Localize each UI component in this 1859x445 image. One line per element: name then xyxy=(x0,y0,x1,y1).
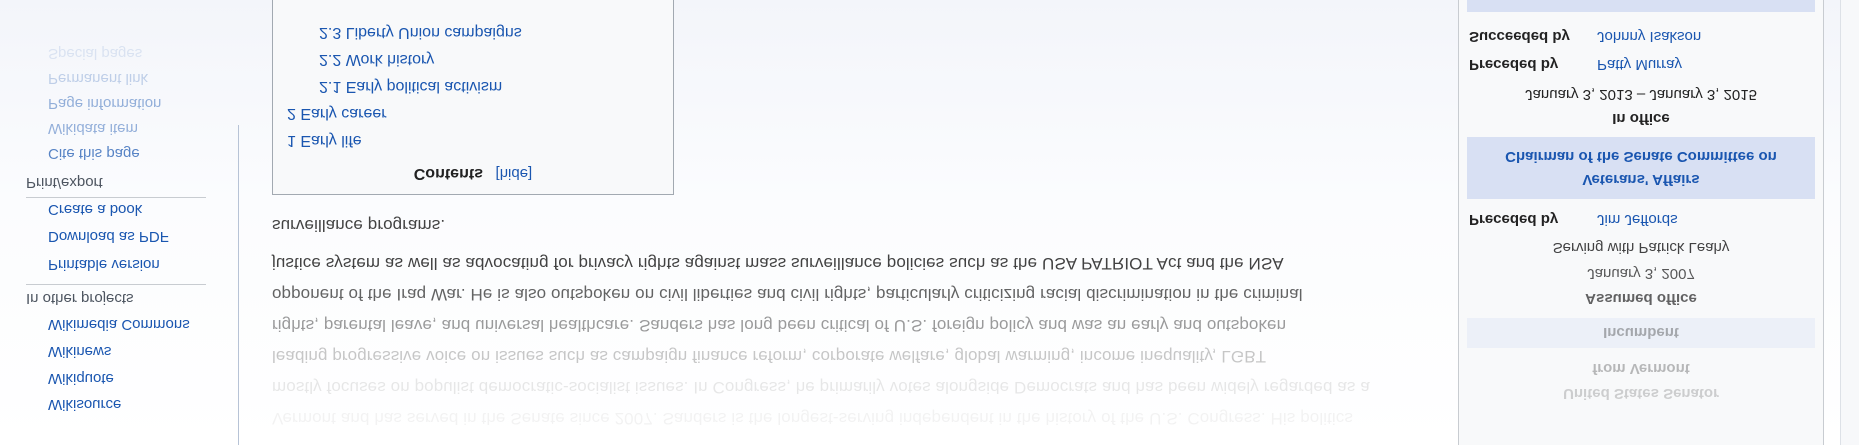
infobox-serving-with: Serving with Patrick Leahy xyxy=(1552,239,1730,256)
article-text-line: opponent of the Iraq War. He is also out… xyxy=(272,285,1303,304)
toc-hide-link[interactable]: [hide] xyxy=(496,165,533,182)
toc-title: Contents [hide] xyxy=(273,164,673,182)
scrollbar[interactable] xyxy=(1840,0,1859,445)
sidebar-divider xyxy=(26,284,206,285)
sidebar-heading-print-export[interactable]: Print/export xyxy=(26,174,103,191)
infobox-header-band xyxy=(1467,0,1815,12)
sidebar-link-wikinews[interactable]: Wikinews xyxy=(48,343,111,360)
infobox-label: Succeeded by xyxy=(1469,28,1570,45)
toc-item-liberty-union[interactable]: 2.3 Liberty Union campaigns xyxy=(319,23,522,41)
infobox-office-band xyxy=(1467,137,1815,199)
toc-title-text: Contents xyxy=(413,165,484,182)
infobox-in-office: In office xyxy=(1612,110,1670,127)
article-text-line: mostly focuses on populist democratic-so… xyxy=(272,378,1370,397)
article-text-line: Vermont and has served in the Senate sin… xyxy=(272,409,1353,428)
infobox-label: Preceded by xyxy=(1469,56,1559,73)
infobox-link[interactable]: Jim Jeffords xyxy=(1597,211,1678,228)
infobox-assumed-office: Assumed office xyxy=(1585,290,1697,307)
sidebar-divider xyxy=(26,197,206,198)
sidebar-link-page-information[interactable]: Page information xyxy=(48,95,161,112)
toc-item-early-career[interactable]: 2 Early career xyxy=(287,104,387,122)
sidebar-link-cite-this-page[interactable]: Cite this page xyxy=(48,145,140,162)
sidebar-heading-other-projects[interactable]: In other projects xyxy=(26,290,134,307)
article-text-line: justice system as well as advocating for… xyxy=(272,254,1284,273)
toc-item-work-history[interactable]: 2.2 Work history xyxy=(319,50,434,68)
infobox-senator-title[interactable]: United States Senator xyxy=(1459,385,1823,402)
infobox-link[interactable]: Johnny Isakson xyxy=(1597,28,1701,45)
infobox-office-title[interactable]: Chairman of the Senate Committee on xyxy=(1459,148,1823,165)
sidebar-link-wikimedia-commons[interactable]: Wikimedia Commons xyxy=(48,316,190,333)
infobox: Succeeded by Johnny Isakson Preceded by Pa… xyxy=(1458,0,1824,445)
sidebar-link-wikidata-item[interactable]: Wikidata item xyxy=(48,120,138,137)
infobox-assumed-date: January 3, 2007 xyxy=(1587,265,1695,282)
page-viewport: Special pages Permanent link Page inform… xyxy=(0,0,1859,445)
article-text-line: surveillance programs. xyxy=(272,216,446,235)
infobox-label: Preceded by xyxy=(1469,211,1559,228)
infobox-office-title[interactable]: Veterans' Affairs xyxy=(1459,171,1823,188)
sidebar-border xyxy=(238,125,239,445)
article-text-line: leading progressive voice on issues such… xyxy=(272,347,1267,366)
infobox-term-dates: January 3, 2013 – January 3, 2015 xyxy=(1525,86,1757,103)
infobox-from-state[interactable]: from Vermont xyxy=(1459,360,1823,377)
infobox-incumbent: Incumbent xyxy=(1603,324,1679,341)
infobox-preceded-by: Preceded by Jim Jeffords xyxy=(1469,211,1678,228)
sidebar-link-wikiquote[interactable]: Wikiquote xyxy=(48,370,114,387)
table-of-contents: Contents [hide] 1 Early life 2 Early car… xyxy=(272,0,674,195)
sidebar-link-create-book[interactable]: Create a book xyxy=(48,201,142,218)
toc-item-early-life[interactable]: 1 Early life xyxy=(287,131,362,149)
sidebar-link-download-pdf[interactable]: Download as PDF xyxy=(48,228,169,245)
infobox-preceded-by: Preceded by Patty Murray xyxy=(1469,56,1682,73)
sidebar: Special pages Permanent link Page inform… xyxy=(0,0,238,445)
infobox-succeeded-by: Succeeded by Johnny Isakson xyxy=(1469,28,1701,45)
sidebar-link-printable-version[interactable]: Printable version xyxy=(48,256,160,273)
infobox-link[interactable]: Patty Murray xyxy=(1597,56,1682,73)
sidebar-link-permanent-link[interactable]: Permanent link xyxy=(48,70,148,87)
sidebar-link-special-pages[interactable]: Special pages xyxy=(48,45,142,62)
toc-item-political-activism[interactable]: 2.1 Early political activism xyxy=(319,77,502,95)
sidebar-link-wikisource[interactable]: Wikisource xyxy=(48,396,121,413)
article-text-line: rights, parental leave, and universal he… xyxy=(272,316,1287,335)
